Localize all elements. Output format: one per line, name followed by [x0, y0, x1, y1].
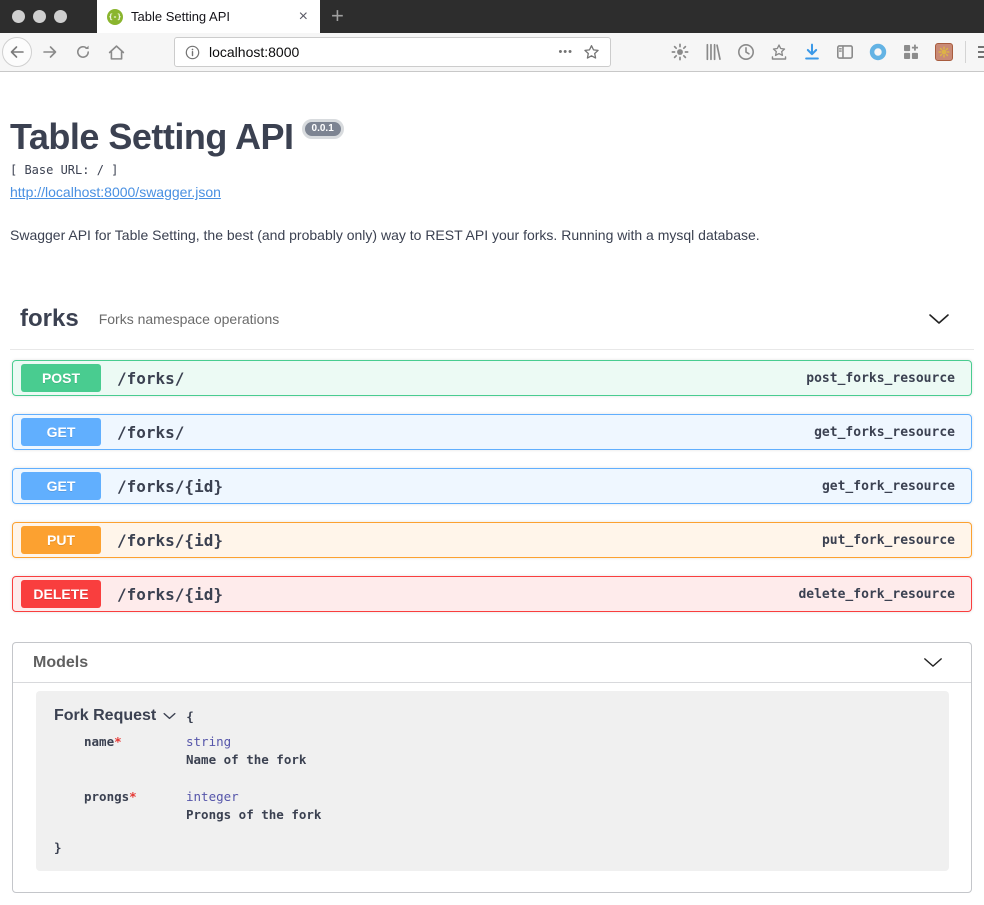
open-brace: {	[186, 709, 194, 724]
library-icon[interactable]	[704, 43, 722, 61]
property-name: prongs*	[84, 789, 186, 822]
swagger-favicon-icon: {-}	[107, 9, 123, 25]
forward-button[interactable]	[35, 37, 65, 67]
window-controls[interactable]	[12, 10, 67, 23]
bookmarks-star-tray-icon[interactable]	[770, 43, 788, 61]
operation-path: /forks/{id}	[117, 477, 223, 496]
property-info: string Name of the fork	[186, 734, 306, 767]
operation-path: /forks/{id}	[117, 531, 223, 550]
navigation-toolbar: localhost:8000 •••	[0, 33, 984, 72]
forward-arrow-icon	[42, 44, 58, 60]
reload-button[interactable]	[68, 37, 98, 67]
back-button[interactable]	[2, 37, 32, 67]
version-badge: 0.0.1	[302, 119, 344, 139]
operation-path: /forks/{id}	[117, 585, 223, 604]
back-arrow-icon	[9, 44, 25, 60]
method-badge: GET	[21, 472, 101, 500]
bookmark-star-icon[interactable]	[583, 44, 600, 61]
api-description: Swagger API for Table Setting, the best …	[10, 227, 974, 243]
site-info-icon[interactable]	[185, 45, 200, 60]
close-brace: }	[54, 840, 933, 855]
tab-title: Table Setting API	[131, 9, 297, 24]
required-asterisk: *	[129, 789, 137, 804]
property-name: name*	[84, 734, 186, 767]
tab-bar: {-} Table Setting API × +	[0, 0, 984, 33]
home-icon	[108, 44, 125, 61]
url-text[interactable]: localhost:8000	[209, 44, 558, 60]
operation-id: delete_fork_resource	[798, 587, 955, 602]
history-clock-icon[interactable]	[737, 43, 755, 61]
models-title[interactable]: Models	[33, 654, 88, 672]
operations-list: POST /forks/ post_forks_resource GET /fo…	[10, 360, 974, 612]
required-asterisk: *	[114, 734, 122, 749]
property-description: Prongs of the fork	[186, 807, 321, 822]
property-type: integer	[186, 789, 321, 804]
method-badge: POST	[21, 364, 101, 392]
url-bar[interactable]: localhost:8000 •••	[174, 37, 611, 67]
forks-section-header[interactable]: forks Forks namespace operations	[10, 305, 974, 350]
api-info: Table Setting API 0.0.1 [ Base URL: / ] h…	[10, 116, 974, 202]
models-header[interactable]: Models	[13, 643, 971, 683]
donut-extension-icon[interactable]	[869, 43, 887, 61]
property-type: string	[186, 734, 306, 749]
toolbar-separator	[965, 41, 966, 63]
base-url-label: [ Base URL: / ]	[10, 163, 974, 177]
property-row: prongs* integer Prongs of the fork	[84, 789, 933, 822]
method-badge: PUT	[21, 526, 101, 554]
method-badge: DELETE	[21, 580, 101, 608]
model-title-row[interactable]: Fork Request {	[54, 707, 933, 725]
page-title: Table Setting API	[10, 116, 294, 157]
fork-request-model: Fork Request { name* string Name of the …	[36, 691, 949, 871]
models-section: Models Fork Request { name* string Name …	[12, 642, 972, 893]
property-row: name* string Name of the fork	[84, 734, 933, 767]
swagger-json-link[interactable]: http://localhost:8000/swagger.json	[10, 184, 221, 200]
download-icon[interactable]	[803, 43, 821, 61]
model-properties: name* string Name of the fork prongs* in…	[84, 734, 933, 822]
operation-delete-fork-id[interactable]: DELETE /forks/{id} delete_fork_resource	[12, 576, 972, 612]
method-badge: GET	[21, 418, 101, 446]
browser-tab[interactable]: {-} Table Setting API ×	[97, 0, 320, 33]
toolbar-extensions	[671, 43, 953, 61]
tag-name[interactable]: forks	[20, 305, 79, 333]
page-actions-icon[interactable]: •••	[558, 46, 573, 58]
operation-put-fork-id[interactable]: PUT /forks/{id} put_fork_resource	[12, 522, 972, 558]
home-button[interactable]	[101, 37, 131, 67]
reload-icon	[75, 44, 91, 60]
tag-description: Forks namespace operations	[99, 311, 280, 327]
operation-path: /forks/	[117, 369, 184, 388]
model-name[interactable]: Fork Request	[54, 707, 156, 725]
menu-icon[interactable]	[978, 46, 984, 58]
chevron-down-icon[interactable]	[928, 313, 950, 325]
minimize-window-button[interactable]	[33, 10, 46, 23]
maximize-window-button[interactable]	[54, 10, 67, 23]
swagger-page: Table Setting API 0.0.1 [ Base URL: / ] h…	[0, 116, 984, 893]
operation-post-forks[interactable]: POST /forks/ post_forks_resource	[12, 360, 972, 396]
property-info: integer Prongs of the fork	[186, 789, 321, 822]
operation-path: /forks/	[117, 423, 184, 442]
operation-id: put_fork_resource	[822, 533, 955, 548]
chevron-down-icon[interactable]	[163, 712, 176, 720]
close-window-button[interactable]	[12, 10, 25, 23]
operation-id: get_fork_resource	[822, 479, 955, 494]
operation-get-forks[interactable]: GET /forks/ get_forks_resource	[12, 414, 972, 450]
new-tab-button[interactable]: +	[331, 1, 344, 31]
gear-extension-icon[interactable]	[935, 43, 953, 61]
sidebar-icon[interactable]	[836, 43, 854, 61]
operation-id: post_forks_resource	[806, 371, 955, 386]
sun-extension-icon[interactable]	[671, 43, 689, 61]
operation-id: get_forks_resource	[814, 425, 955, 440]
chevron-down-icon[interactable]	[923, 657, 943, 668]
grid-plus-extension-icon[interactable]	[902, 43, 920, 61]
close-tab-icon[interactable]: ×	[297, 9, 310, 25]
operation-get-fork-id[interactable]: GET /forks/{id} get_fork_resource	[12, 468, 972, 504]
property-description: Name of the fork	[186, 752, 306, 767]
